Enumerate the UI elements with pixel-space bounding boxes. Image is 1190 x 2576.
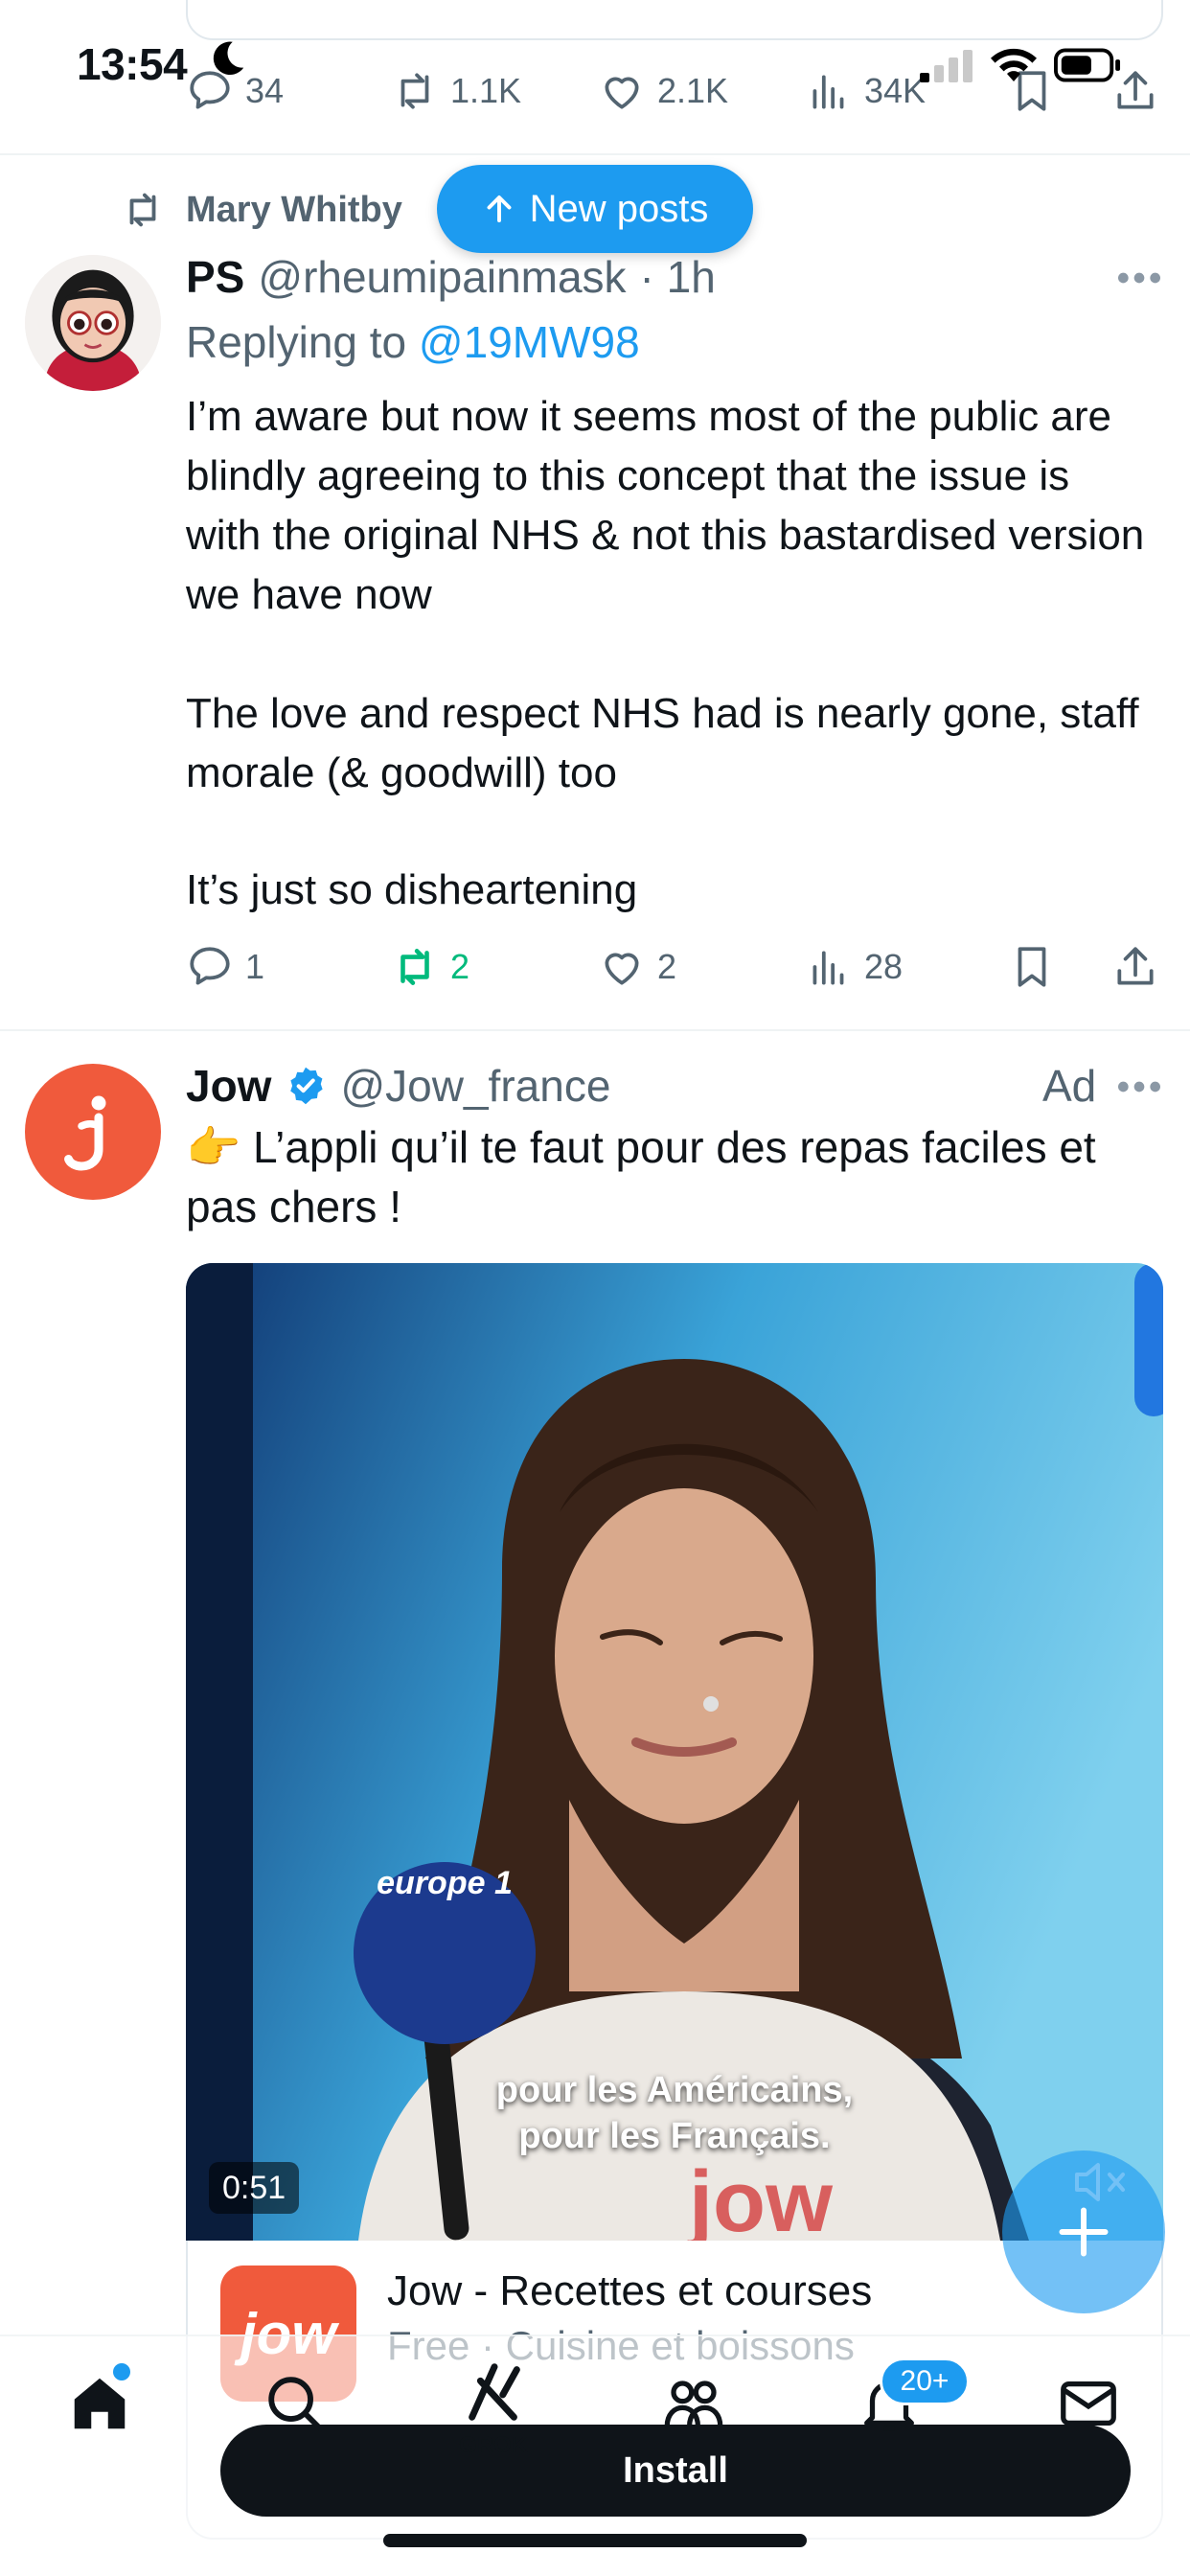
views-icon [812, 75, 844, 109]
avatar[interactable] [25, 255, 161, 391]
shirt-logo: jow [687, 2154, 834, 2241]
prev-reply-count: 34 [245, 71, 285, 110]
moon-icon [213, 41, 244, 76]
views-count: 28 [864, 947, 904, 986]
more-options-icon[interactable] [1115, 1077, 1163, 1096]
like-button[interactable]: 2 [598, 943, 676, 991]
reply-icon [190, 947, 230, 985]
repost-count: 2 [450, 947, 470, 986]
nav-messages[interactable] [1050, 2365, 1127, 2442]
replying-to: Replying to @19MW98 [186, 316, 640, 368]
more-options-icon[interactable] [1115, 268, 1163, 288]
notifications-badge: 20+ [880, 2358, 970, 2405]
reply-count: 1 [245, 947, 265, 986]
bookmark-button[interactable] [1008, 943, 1056, 991]
grok-label: GROK [459, 2432, 528, 2458]
compose-button[interactable] [1002, 2150, 1165, 2313]
share-button[interactable] [1111, 943, 1159, 991]
replying-prefix: Replying to [186, 317, 407, 367]
app-name: Jow - Recettes et courses [387, 2267, 873, 2314]
search-icon [268, 2377, 324, 2432]
prev-repost-count: 1.1K [450, 71, 522, 110]
ad-label: Ad [1042, 1061, 1097, 1111]
like-count: 2 [657, 947, 677, 986]
views-icon [812, 951, 844, 985]
divider [0, 1029, 1190, 1031]
reposted-by[interactable]: Mary Whitby [121, 188, 402, 232]
post-text-paragraph: The love and respect NHS had is nearly g… [186, 690, 1139, 796]
video-subtitle-line: pour les Américains, [495, 2070, 854, 2110]
post-time: · 1h [639, 252, 716, 302]
signal-icon [920, 50, 973, 82]
verified-badge-icon [290, 1067, 324, 1105]
prev-views-count: 34K [864, 71, 927, 110]
post-header: PS @rheumipainmask · 1h [186, 251, 716, 303]
share-icon [1117, 947, 1154, 985]
nav-search[interactable] [257, 2365, 333, 2442]
advertiser-avatar[interactable] [25, 1064, 161, 1200]
prev-repost-button[interactable]: 1.1K [391, 67, 521, 115]
battery-icon [1054, 48, 1121, 82]
reply-button[interactable]: 1 [186, 943, 264, 991]
plus-icon [1059, 2207, 1109, 2257]
repost-icon [400, 73, 429, 109]
home-indicator [383, 2534, 807, 2547]
video-subtitle-line: pour les Français. [518, 2116, 831, 2156]
communities-icon [664, 2380, 723, 2426]
ad-header: Jow @Jow_france [186, 1060, 610, 1112]
arrow-up-icon [487, 196, 512, 222]
heart-icon [605, 953, 639, 985]
heart-icon [605, 77, 639, 109]
author-name[interactable]: PS [186, 251, 244, 303]
repost-icon [400, 949, 429, 985]
jow-logo-icon [64, 1095, 106, 1171]
video-duration: 0:51 [209, 2162, 300, 2214]
reposted-by-name: Mary Whitby [186, 189, 402, 230]
new-posts-button[interactable]: New posts [437, 165, 753, 253]
prev-like-button[interactable]: 2.1K [598, 67, 728, 115]
advertiser-name[interactable]: Jow [186, 1060, 271, 1112]
divider [0, 153, 1190, 155]
status-time: 13:54 [77, 39, 188, 89]
mic-flag-text: europe 1 [377, 1865, 513, 1901]
nav-communities[interactable] [655, 2365, 732, 2442]
avatar-image [25, 255, 161, 391]
grok-icon [469, 2363, 520, 2421]
nav-grok[interactable] [456, 2354, 533, 2430]
new-posts-label: New posts [529, 187, 709, 230]
repost-icon [129, 193, 156, 227]
repost-button[interactable]: 2 [391, 943, 469, 991]
mail-icon [1061, 2380, 1116, 2426]
ad-text: 👉 L’appli qu’il te faut pour des repas f… [186, 1122, 1096, 1231]
prev-views-button[interactable]: 34K [805, 67, 926, 115]
post-text-paragraph: I’m aware but now it seems most of the p… [186, 393, 1145, 618]
prev-like-count: 2.1K [657, 71, 729, 110]
advertiser-handle[interactable]: @Jow_france [340, 1060, 610, 1112]
post-text-paragraph: It’s just so disheartening [186, 866, 638, 913]
home-unread-dot [113, 2363, 130, 2380]
views-button[interactable]: 28 [805, 943, 903, 991]
wifi-icon [991, 48, 1037, 81]
previous-post-media-card[interactable] [186, 0, 1163, 40]
bookmark-icon [1018, 947, 1046, 987]
author-handle[interactable]: @rheumipainmask [258, 251, 626, 303]
replying-to-handle[interactable]: @19MW98 [419, 317, 640, 367]
